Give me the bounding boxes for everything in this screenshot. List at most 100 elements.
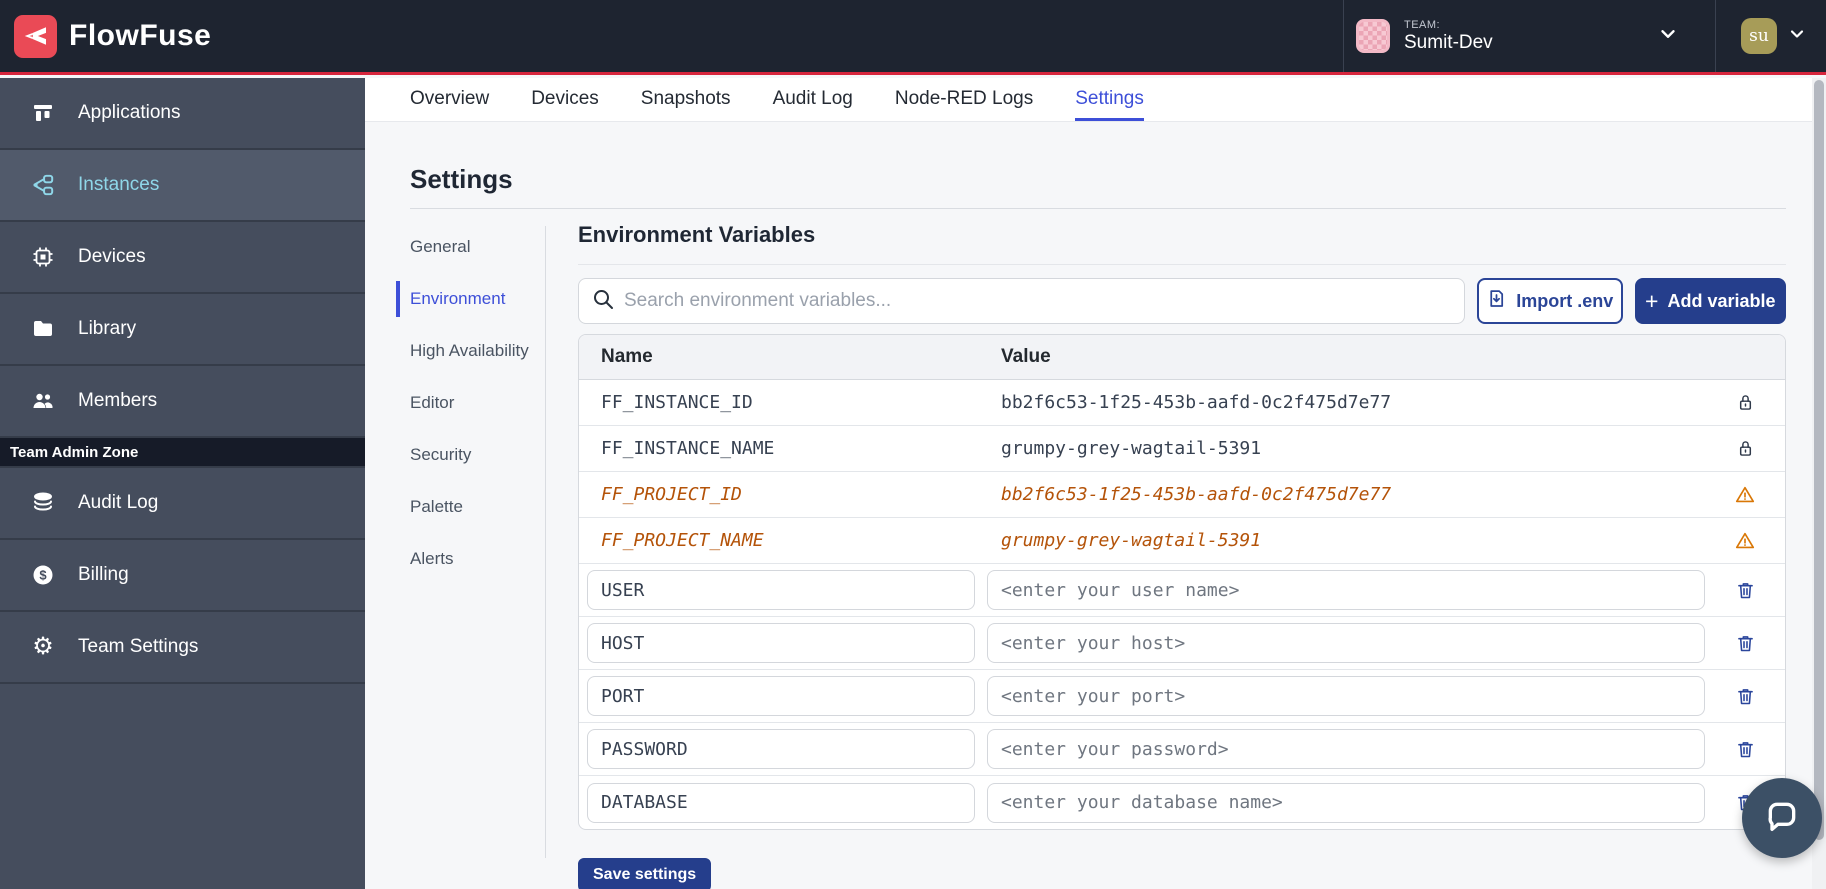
tab-audit-log[interactable]: Audit Log (773, 78, 853, 121)
plus-icon: + (1645, 290, 1658, 313)
top-navbar: FlowFuse TEAM: Sumit-Dev su (0, 0, 1826, 75)
table-row-editable (579, 723, 1785, 776)
sidebar-item-label: Team Settings (78, 636, 198, 658)
tab-devices[interactable]: Devices (531, 78, 599, 121)
chevron-down-icon (1657, 23, 1679, 50)
subnav-item-alerts[interactable]: Alerts (410, 546, 532, 571)
tab-overview[interactable]: Overview (410, 78, 489, 121)
search-box (578, 278, 1465, 324)
env-var-value: bb2f6c53-1f25-453b-aafd-0c2f475d7e77 (1001, 392, 1705, 413)
add-variable-button[interactable]: + Add variable (1635, 278, 1786, 324)
table-header: Name Value (579, 335, 1785, 380)
page-title: Settings (410, 164, 513, 195)
devices-icon (30, 245, 56, 269)
sidebar-item-label: Applications (78, 102, 180, 124)
sidebar-item-label: Instances (78, 174, 159, 196)
env-var-name-input[interactable] (587, 623, 975, 663)
table-row-editable (579, 776, 1785, 829)
navbar-divider (1715, 0, 1716, 72)
sidebar-item-billing[interactable]: $ Billing (0, 540, 365, 612)
sidebar-item-label: Audit Log (78, 492, 158, 514)
team-admin-zone-label: Team Admin Zone (0, 438, 365, 468)
settings-subnav: General Environment High Availability Ed… (410, 234, 532, 598)
env-var-name-input[interactable] (587, 570, 975, 610)
env-var-value-input[interactable] (987, 783, 1705, 823)
subnav-item-high-availability[interactable]: High Availability (410, 338, 532, 363)
page-scrollbar[interactable] (1812, 78, 1826, 889)
environment-panel: Environment Variables (578, 222, 1786, 830)
billing-icon: $ (30, 563, 56, 587)
team-selector[interactable]: TEAM: Sumit-Dev (1356, 0, 1679, 72)
tab-settings[interactable]: Settings (1075, 78, 1144, 121)
lock-icon (1705, 392, 1785, 413)
delete-variable-button[interactable] (1735, 633, 1756, 654)
delete-variable-button[interactable] (1735, 686, 1756, 707)
add-variable-label: Add variable (1667, 291, 1775, 312)
import-file-icon (1486, 288, 1507, 314)
subnav-item-security[interactable]: Security (410, 442, 532, 467)
env-var-value-input[interactable] (987, 676, 1705, 716)
delete-variable-button[interactable] (1735, 739, 1756, 760)
sidebar-item-label: Devices (78, 246, 146, 268)
tab-snapshots[interactable]: Snapshots (641, 78, 731, 121)
sidebar-item-applications[interactable]: Applications (0, 78, 365, 150)
subnav-item-palette[interactable]: Palette (410, 494, 532, 519)
scrollbar-thumb[interactable] (1814, 80, 1824, 840)
app-window: FlowFuse TEAM: Sumit-Dev su (0, 0, 1826, 889)
tab-node-red-logs[interactable]: Node-RED Logs (895, 78, 1033, 121)
env-var-name-input[interactable] (587, 729, 975, 769)
brand-name: FlowFuse (69, 19, 211, 53)
warning-icon (1705, 484, 1785, 506)
env-variables-table: Name Value FF_INSTANCE_ID bb2f6c53-1f25-… (578, 334, 1786, 830)
sidebar-item-instances[interactable]: Instances (0, 150, 365, 222)
env-var-name: FF_PROJECT_NAME (579, 530, 1001, 551)
sidebar-item-library[interactable]: Library (0, 294, 365, 366)
environment-heading: Environment Variables (578, 222, 1786, 265)
search-icon (591, 287, 615, 316)
gear-icon: ⚙ (30, 635, 56, 659)
sidebar-item-team-settings[interactable]: ⚙ Team Settings (0, 612, 365, 684)
env-var-name: FF_PROJECT_ID (579, 484, 1001, 505)
search-input[interactable] (624, 290, 1452, 312)
sidebar-item-members[interactable]: Members (0, 366, 365, 438)
team-label: TEAM: (1404, 19, 1493, 31)
brand[interactable]: FlowFuse (14, 15, 211, 58)
sidebar-item-label: Billing (78, 564, 129, 586)
user-menu[interactable]: su (1741, 0, 1807, 72)
table-row-editable (579, 617, 1785, 670)
team-name: Sumit-Dev (1404, 32, 1493, 54)
table-row: FF_INSTANCE_NAME grumpy-grey-wagtail-539… (579, 426, 1785, 472)
subnav-item-editor[interactable]: Editor (410, 390, 532, 415)
save-settings-button[interactable]: Save settings (578, 858, 711, 889)
env-var-name: FF_INSTANCE_NAME (579, 438, 1001, 459)
audit-log-icon (30, 491, 56, 515)
main-content: Settings General Environment High Availa… (365, 122, 1812, 889)
import-env-button[interactable]: Import .env (1477, 278, 1623, 324)
env-var-value-input[interactable] (987, 729, 1705, 769)
library-icon (30, 317, 56, 341)
subnav-divider (545, 226, 546, 858)
sidebar-item-audit-log[interactable]: Audit Log (0, 468, 365, 540)
chat-widget-button[interactable] (1742, 778, 1822, 858)
env-var-name-input[interactable] (587, 783, 975, 823)
table-row-editable (579, 564, 1785, 617)
subnav-item-general[interactable]: General (410, 234, 532, 259)
chevron-down-icon (1787, 24, 1807, 49)
sidebar: Applications Instances Devices (0, 78, 365, 889)
sidebar-item-label: Library (78, 318, 136, 340)
instances-icon (30, 172, 56, 198)
subnav-item-environment[interactable]: Environment (410, 286, 532, 311)
env-var-value-input[interactable] (987, 623, 1705, 663)
env-var-value-input[interactable] (987, 570, 1705, 610)
sidebar-item-label: Members (78, 390, 157, 412)
warning-icon (1705, 530, 1785, 552)
navbar-divider (1343, 0, 1344, 72)
instance-tabbar: Overview Devices Snapshots Audit Log Nod… (365, 78, 1826, 122)
column-header-name: Name (579, 346, 1001, 368)
env-toolbar: Import .env + Add variable (578, 278, 1786, 324)
env-var-name-input[interactable] (587, 676, 975, 716)
sidebar-item-devices[interactable]: Devices (0, 222, 365, 294)
delete-variable-button[interactable] (1735, 580, 1756, 601)
chat-bubble-icon (1762, 796, 1802, 841)
env-var-value: grumpy-grey-wagtail-5391 (1001, 530, 1705, 551)
